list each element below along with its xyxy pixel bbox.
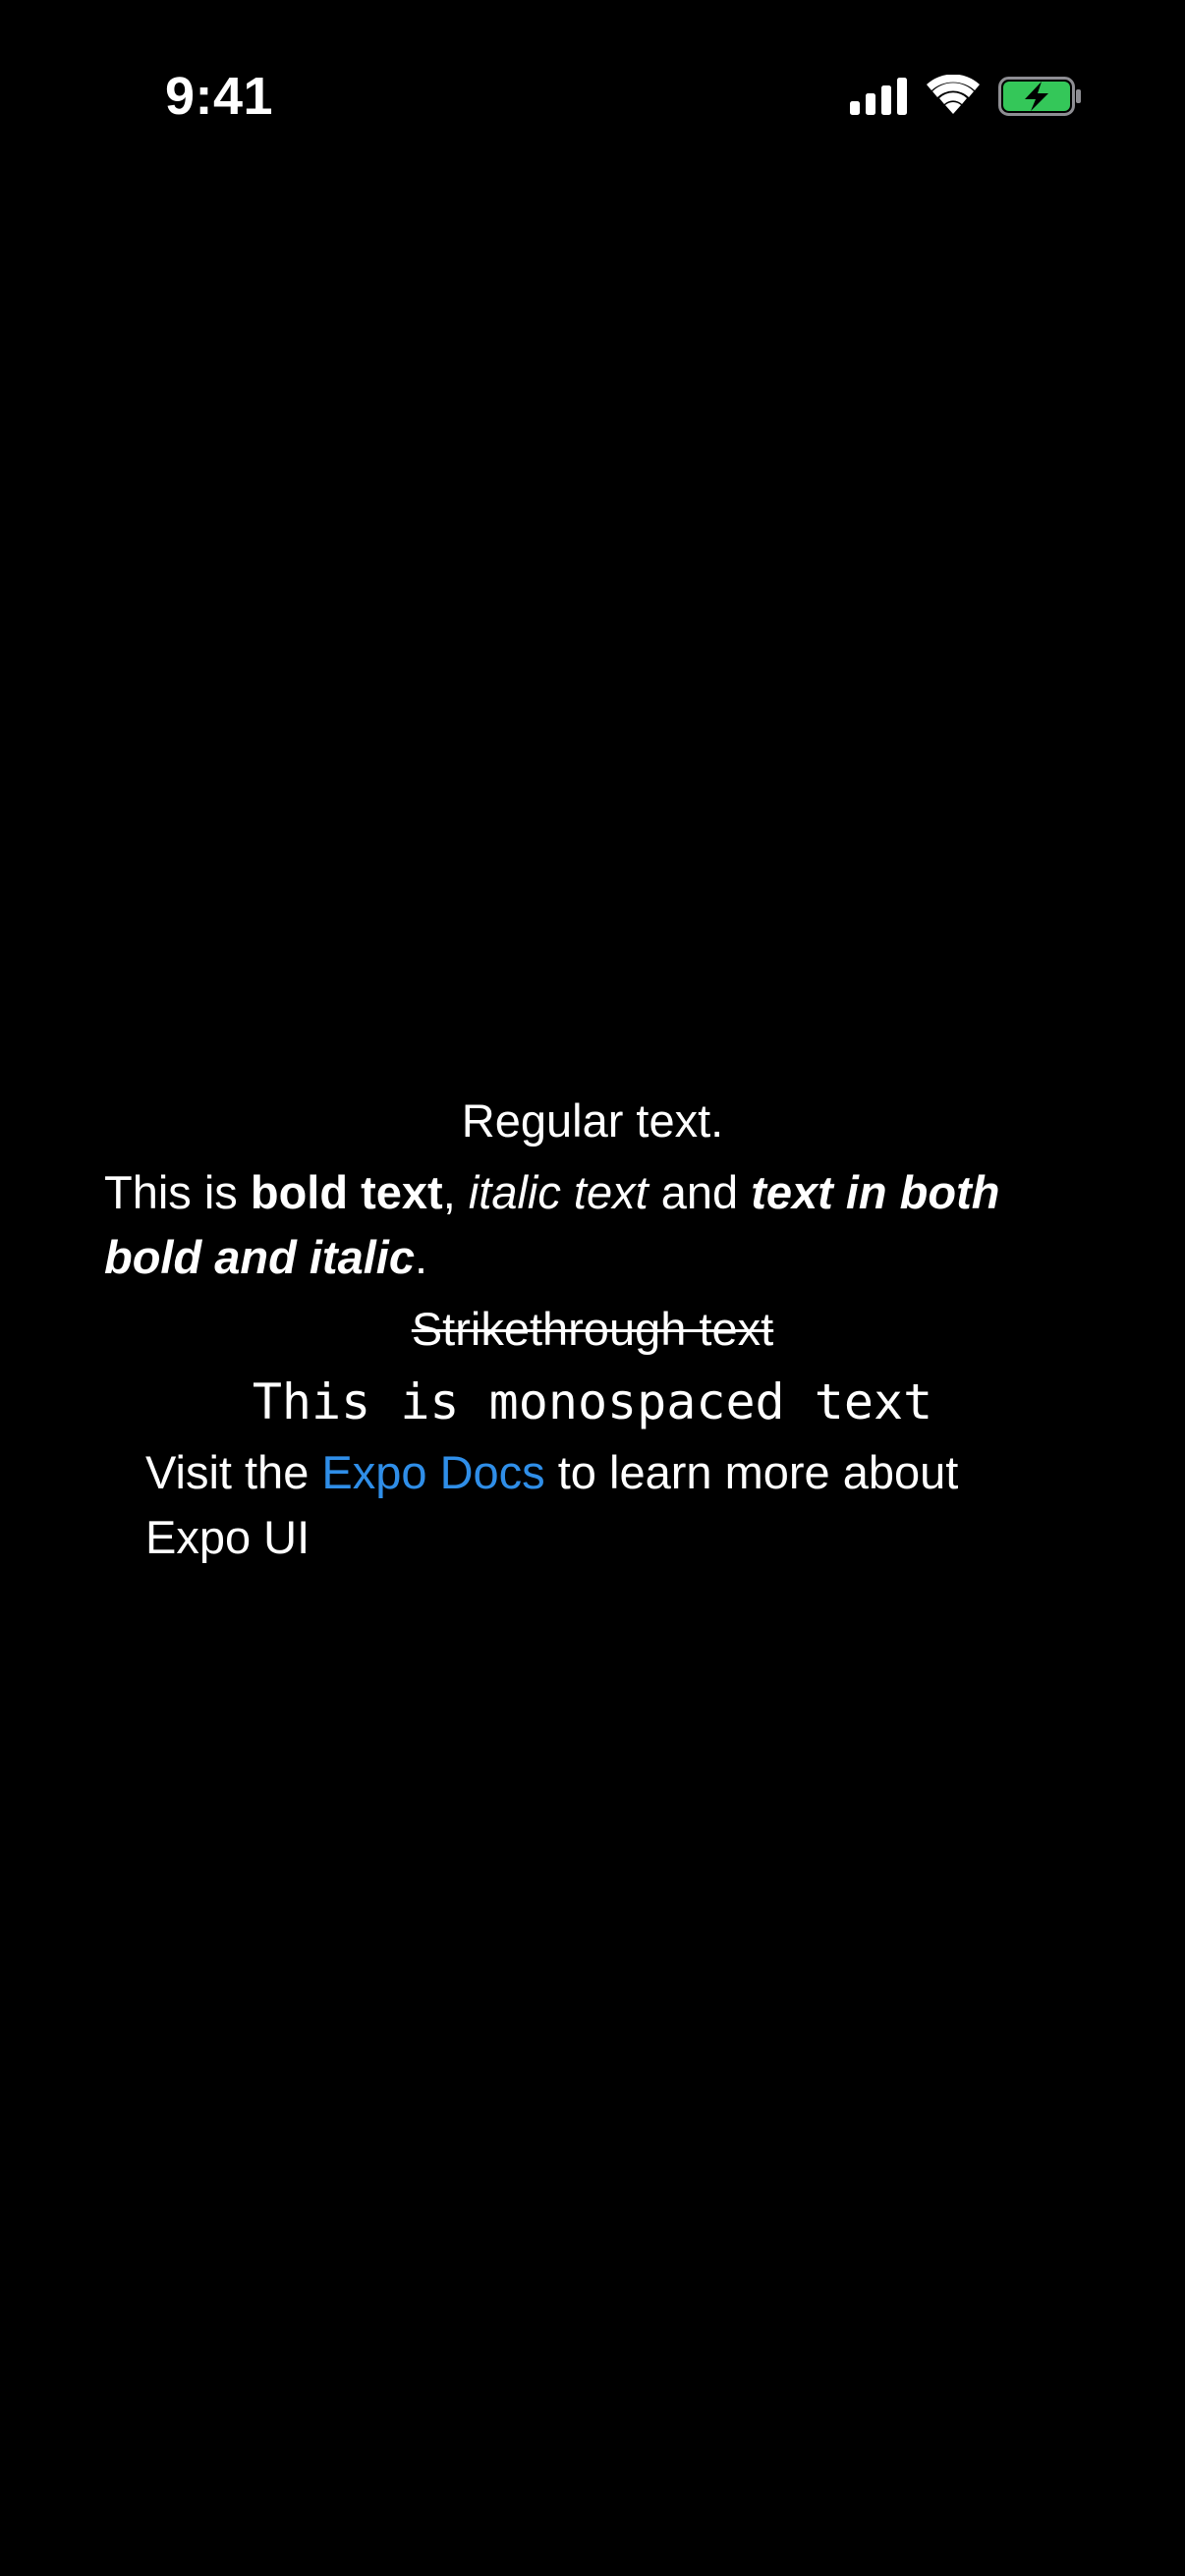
styled-prefix: This is <box>104 1166 251 1218</box>
link-prefix: Visit the <box>145 1446 322 1498</box>
styled-separator-2: and <box>648 1166 752 1218</box>
bold-text: bold text <box>250 1166 443 1218</box>
wifi-icon <box>927 75 980 114</box>
styled-text-paragraph: This is bold text, italic text and text … <box>104 1160 1087 1290</box>
strikethrough-text: Strikethrough text <box>411 1303 774 1355</box>
battery-charging-icon <box>998 77 1081 116</box>
styled-suffix: . <box>414 1231 428 1283</box>
signal-icon <box>850 78 907 115</box>
status-time: 9:41 <box>165 67 274 126</box>
expo-docs-link[interactable]: Expo Docs <box>321 1446 544 1498</box>
screen: 9:41 Regular text. This is bold text, it… <box>0 0 1185 2576</box>
strikethrough-line: Strikethrough text <box>0 1297 1185 1362</box>
text-content: Regular text. This is bold text, italic … <box>0 1089 1185 1570</box>
styled-separator-1: , <box>442 1166 469 1218</box>
regular-text: Regular text. <box>461 1094 724 1147</box>
italic-text: italic text <box>468 1166 649 1218</box>
status-bar: 9:41 <box>0 0 1185 187</box>
monospaced-text: This is monospaced text <box>252 1373 933 1430</box>
link-paragraph: Visit the Expo Docs to learn more about … <box>145 1440 1049 1570</box>
